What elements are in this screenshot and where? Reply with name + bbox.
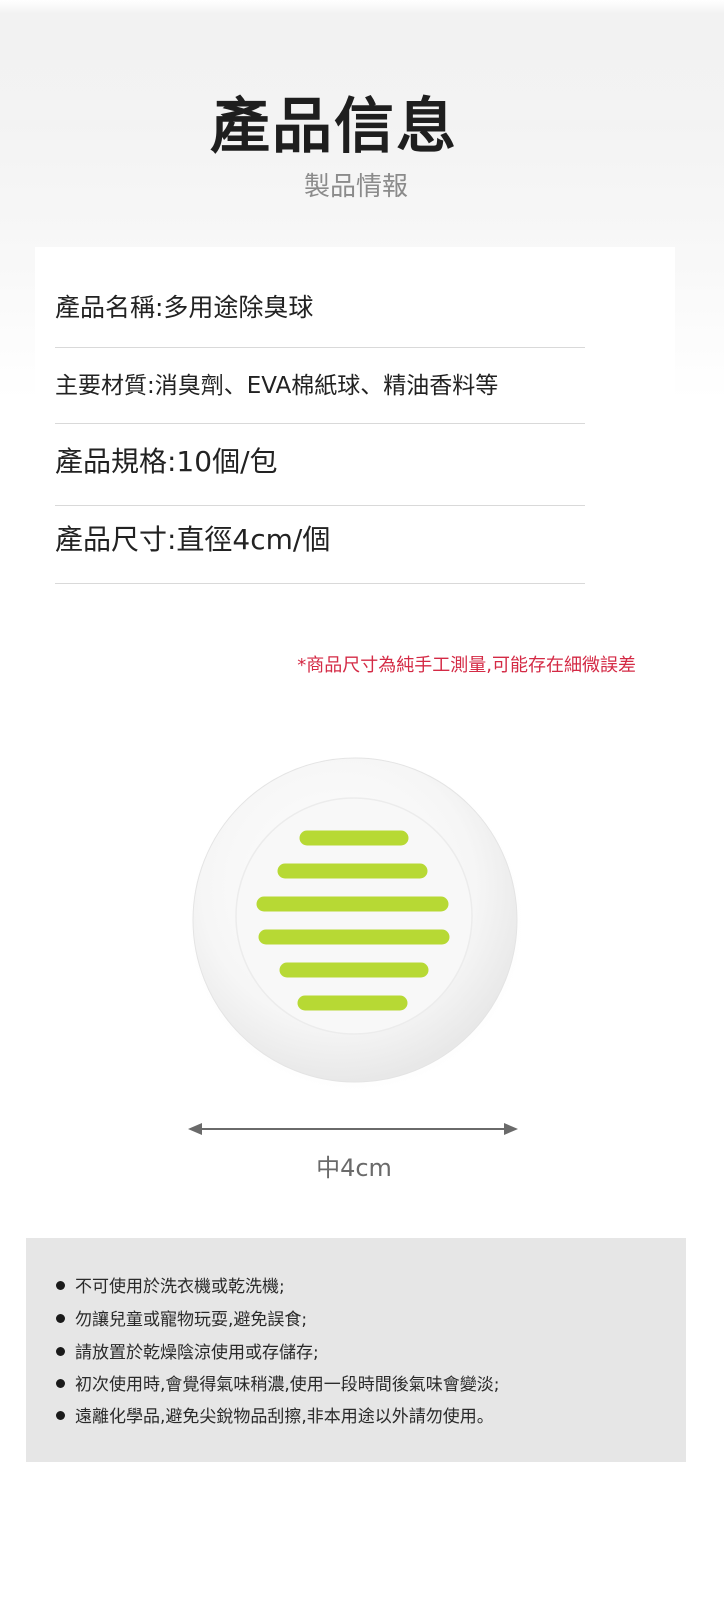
bullet-icon: [56, 1313, 65, 1323]
note-item: 遠離化學品,避免尖銳物品刮擦,非本用途以外請勿使用。: [56, 1402, 494, 1427]
spec-row-size: 產品尺寸:直徑4cm/個: [55, 518, 585, 584]
bullet-icon: [56, 1346, 65, 1356]
note-item: 不可使用於洗衣機或乾洗機;: [56, 1272, 285, 1297]
size-label: 中4cm: [316, 1154, 392, 1182]
spec-label: 主要材質:消臭劑、EVA棉紙球、精油香料等: [55, 373, 499, 399]
spec-row-material: 主要材質:消臭劑、EVA棉紙球、精油香料等: [55, 366, 585, 424]
bullet-icon: [56, 1378, 65, 1388]
note-item: 請放置於乾燥陰涼使用或存儲存;: [56, 1338, 319, 1363]
deodorizer-ball-image: [184, 751, 528, 1095]
spec-label: 產品尺寸:直徑4cm/個: [55, 523, 331, 556]
bullet-icon: [56, 1280, 65, 1290]
spec-label: 產品名稱:多用途除臭球: [55, 293, 314, 322]
note-item: 初次使用時,會覺得氣味稍濃,使用一段時間後氣味會變淡;: [56, 1370, 500, 1395]
page-subtitle: 製品情報: [303, 172, 408, 202]
spec-label: 產品規格:10個/包: [55, 445, 278, 478]
bullet-icon: [56, 1410, 65, 1420]
spec-row-spec: 產品規格:10個/包: [55, 440, 585, 506]
page-title: 產品信息: [210, 92, 458, 162]
measurement-disclaimer: *商品尺寸為純手工測量,可能存在細微誤差: [297, 655, 636, 676]
size-arrow: [188, 1123, 518, 1135]
note-item: 勿讓兒童或寵物玩耍,避免誤食;: [56, 1305, 307, 1330]
spec-row-name: 產品名稱:多用途除臭球: [55, 288, 585, 348]
usage-notes: 不可使用於洗衣機或乾洗機; 勿讓兒童或寵物玩耍,避免誤食; 請放置於乾燥陰涼使用…: [26, 1238, 686, 1462]
